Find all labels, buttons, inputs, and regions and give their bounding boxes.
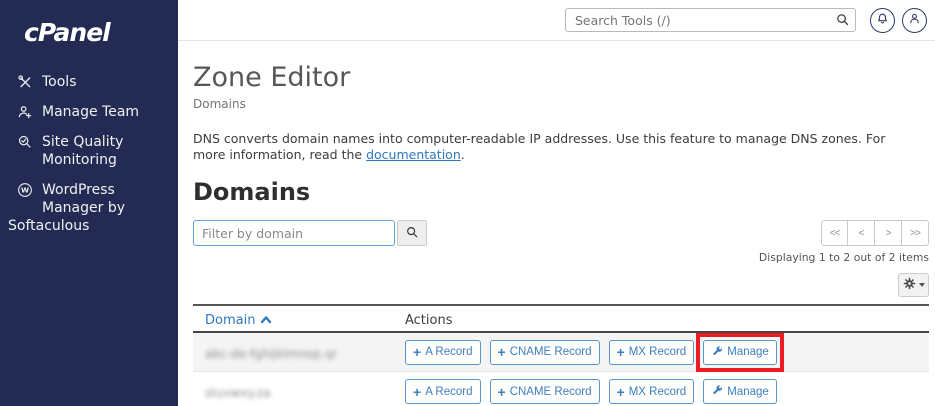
sidebar-item-manage-team[interactable]: Manage Team xyxy=(0,97,178,127)
main-content: Zone Editor Domains DNS converts domain … xyxy=(178,42,935,406)
breadcrumb: Domains xyxy=(193,97,246,111)
sidebar-item-label: Site Quality Monitoring xyxy=(42,134,124,168)
site-quality-monitoring-icon xyxy=(17,134,35,150)
manage-button-highlight-box: Manage xyxy=(696,332,784,372)
sidebar-item-wordpress-manager[interactable]: W WordPress Manager by Softaculous xyxy=(0,175,178,241)
manage-button[interactable]: Manage xyxy=(703,379,777,405)
button-label: MX Record xyxy=(628,385,687,398)
column-header-domain[interactable]: Domain xyxy=(205,313,272,328)
manage-button[interactable]: Manage xyxy=(703,339,777,365)
description-period: . xyxy=(460,146,465,162)
pagination-buttons: << < > >> xyxy=(821,220,929,247)
add-a-record-button[interactable]: + A Record xyxy=(405,379,481,405)
user-icon xyxy=(908,12,921,28)
pagination-first-button[interactable]: << xyxy=(821,220,848,247)
description-text: DNS converts domain names into computer-… xyxy=(193,131,886,162)
pagination: << < > >> Displaying 1 to 2 out of 2 ite… xyxy=(759,220,929,264)
tools-icon xyxy=(17,74,35,90)
table-row: stuvwxy.za + A Record + CNAME Record + M… xyxy=(193,372,929,406)
wrench-icon xyxy=(711,384,723,399)
plus-icon: + xyxy=(616,383,625,400)
pagination-prev-button[interactable]: < xyxy=(848,220,875,247)
sort-ascending-icon xyxy=(260,313,272,328)
domains-table: Domain Actions abc-de-fghijklmnop.qr + A… xyxy=(193,304,929,406)
svg-text:W: W xyxy=(21,186,29,195)
cpanel-logo: cPanel xyxy=(24,18,111,47)
wp-label-line2: Manager by xyxy=(42,200,125,216)
sidebar-item-label: Manage Team xyxy=(42,104,140,120)
search-tools-input[interactable] xyxy=(565,8,856,32)
pagination-status: Displaying 1 to 2 out of 2 items xyxy=(758,251,929,265)
page-title: Zone Editor xyxy=(193,62,351,93)
button-label: CNAME Record xyxy=(509,346,592,359)
button-label: Manage xyxy=(727,385,769,398)
button-label: A Record xyxy=(425,346,473,359)
table-header: Domain Actions xyxy=(193,306,929,334)
plus-icon: + xyxy=(413,383,422,400)
search-icon xyxy=(835,12,850,31)
notifications-button[interactable] xyxy=(870,7,895,33)
button-label: A Record xyxy=(425,385,473,398)
filter-by-domain-input[interactable] xyxy=(193,220,395,247)
search-icon xyxy=(405,225,419,242)
chevron-down-icon xyxy=(918,283,925,288)
domain-column-label: Domain xyxy=(205,313,256,329)
plus-icon: + xyxy=(497,344,506,361)
global-search xyxy=(565,8,856,32)
table-row: abc-de-fghijklmnop.qr + A Record + CNAME… xyxy=(193,332,929,373)
domain-name-redacted: abc-de-fghijklmnop.qr xyxy=(205,346,338,361)
domain-name-redacted: stuvwxy.za xyxy=(205,386,271,401)
wp-label-line1: WordPress xyxy=(42,182,115,198)
table-settings-row xyxy=(193,273,929,298)
domain-filter xyxy=(193,220,427,247)
plus-icon: + xyxy=(616,344,625,361)
button-label: MX Record xyxy=(628,346,687,359)
add-a-record-button[interactable]: + A Record xyxy=(405,339,481,365)
documentation-link[interactable]: documentation xyxy=(366,147,461,162)
sidebar-item-label: WordPress Manager by Softaculous xyxy=(8,181,125,235)
sidebar-item-site-quality[interactable]: Site Quality Monitoring xyxy=(0,127,178,175)
sidebar: cPanel Tools Manage Team Site Quality Mo… xyxy=(0,0,178,406)
sidebar-item-tools[interactable]: Tools xyxy=(0,67,178,97)
plus-icon: + xyxy=(413,344,422,361)
button-label: Manage xyxy=(727,346,769,359)
topbar xyxy=(178,0,935,41)
add-mx-record-button[interactable]: + MX Record xyxy=(608,379,695,405)
add-mx-record-button[interactable]: + MX Record xyxy=(608,339,695,365)
pagination-next-button[interactable]: > xyxy=(875,220,902,247)
bell-icon xyxy=(876,12,889,28)
wp-label-line3: Softaculous xyxy=(8,218,90,234)
table-settings-button[interactable] xyxy=(898,273,929,298)
feature-description: DNS converts domain names into computer-… xyxy=(193,131,893,162)
manage-team-icon xyxy=(17,104,35,120)
button-label: CNAME Record xyxy=(509,385,592,398)
user-menu-button[interactable] xyxy=(902,7,927,33)
add-cname-record-button[interactable]: + CNAME Record xyxy=(489,339,600,365)
domains-toolbar: << < > >> Displaying 1 to 2 out of 2 ite… xyxy=(193,220,929,264)
sidebar-item-label: Tools xyxy=(42,74,77,90)
pagination-last-button[interactable]: >> xyxy=(902,220,929,247)
wrench-icon xyxy=(711,345,723,360)
gear-icon xyxy=(903,277,916,293)
wordpress-icon: W xyxy=(17,182,35,198)
column-header-actions: Actions xyxy=(405,313,453,329)
domains-heading: Domains xyxy=(193,178,311,207)
cpanel-zone-editor-page: cPanel Tools Manage Team Site Quality Mo… xyxy=(0,0,935,406)
plus-icon: + xyxy=(497,383,506,400)
filter-search-button[interactable] xyxy=(397,220,427,247)
sidebar-nav: Tools Manage Team Site Quality Monitorin… xyxy=(0,67,178,241)
add-cname-record-button[interactable]: + CNAME Record xyxy=(489,379,600,405)
